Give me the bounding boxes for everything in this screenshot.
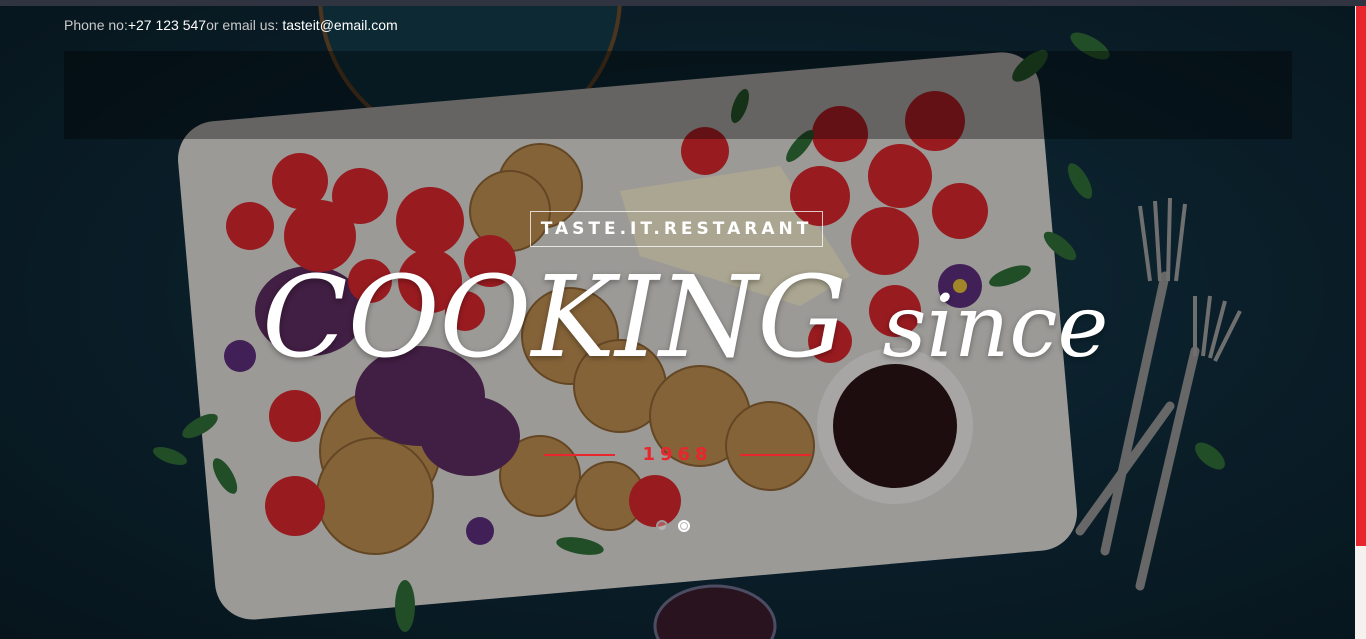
contact-bar: Phone no:+27 123 547or email us: tasteit… (64, 17, 398, 33)
phone-label: Phone no: (64, 17, 128, 33)
brand-tagline: TASTE.IT.RESTARANT (530, 211, 823, 247)
year-line-left (544, 454, 615, 456)
page: Phone no:+27 123 547or email us: tasteit… (0, 0, 1366, 639)
slider-dot-2-active[interactable] (678, 520, 690, 532)
phone-number[interactable]: +27 123 547 (128, 17, 206, 33)
email-label: or email us: (206, 17, 283, 33)
headline-main: COOKING (262, 253, 847, 383)
hero-headline: COOKING since (262, 248, 1112, 397)
year-text: 1968 (642, 444, 713, 465)
headline-tail: since (882, 277, 1109, 377)
navigation-bar (64, 51, 1292, 139)
year-divider: 1968 (544, 442, 811, 468)
year-line-right (740, 454, 811, 456)
slider-dot-1[interactable] (656, 520, 668, 532)
scrollbar-thumb[interactable] (1356, 6, 1366, 546)
email-link[interactable]: tasteit@email.com (282, 17, 397, 33)
page-scrollbar[interactable] (1355, 6, 1366, 639)
